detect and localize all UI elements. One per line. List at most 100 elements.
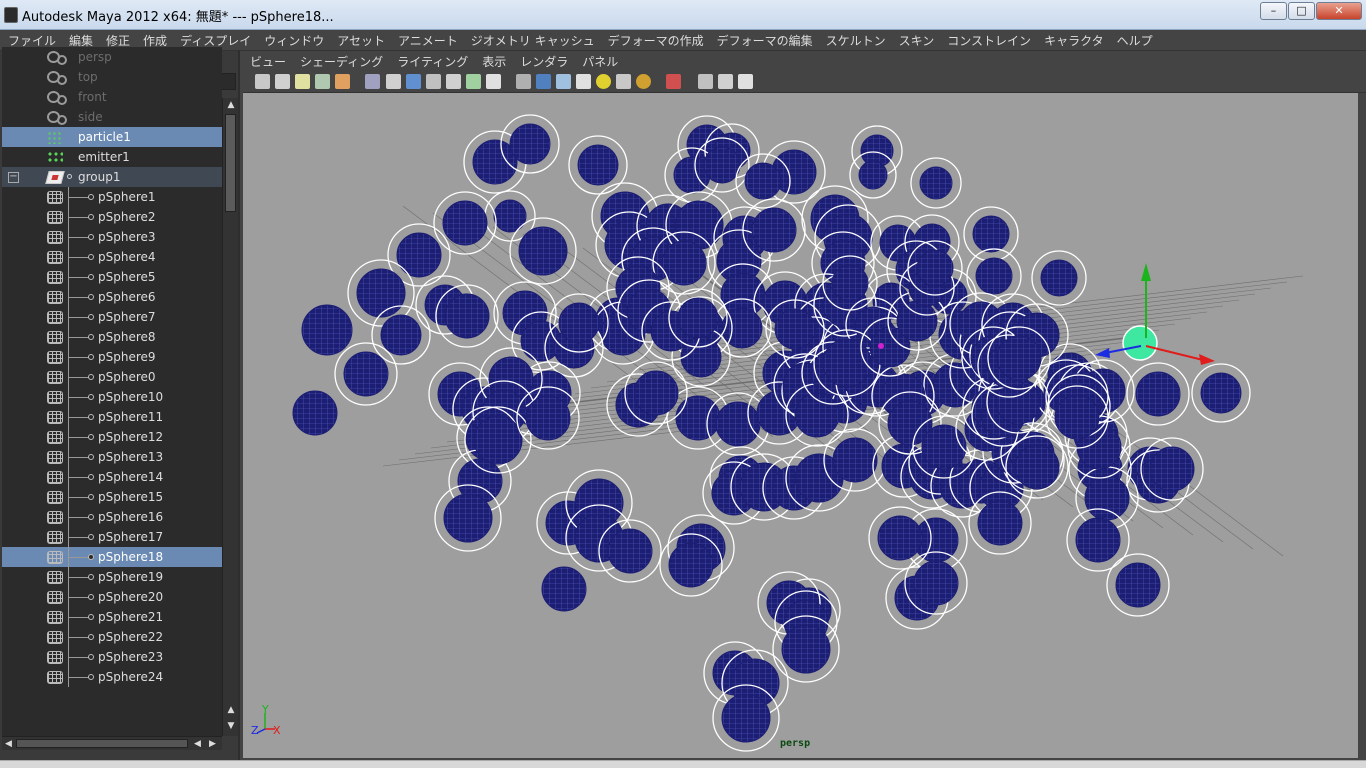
sphere-mesh[interactable] bbox=[996, 335, 1042, 381]
shadows-icon[interactable] bbox=[616, 74, 631, 89]
outliner-item-pSphere9[interactable]: pSphere9 bbox=[2, 347, 222, 367]
sphere-mesh[interactable] bbox=[607, 528, 653, 574]
main-menu-item-8[interactable]: ジオメトリ キャッシュ bbox=[471, 32, 595, 49]
minimize-button[interactable]: – bbox=[1260, 2, 1287, 20]
sphere-mesh[interactable] bbox=[292, 390, 338, 436]
outliner-item-pSphere18[interactable]: pSphere18 bbox=[2, 547, 222, 567]
sphere-mesh[interactable] bbox=[877, 515, 923, 561]
outliner-item-pSphere10[interactable]: pSphere10 bbox=[2, 387, 222, 407]
outliner-item-pSphere23[interactable]: pSphere23 bbox=[2, 647, 222, 667]
sphere-mesh[interactable] bbox=[442, 200, 488, 246]
sphere-mesh[interactable] bbox=[972, 215, 1010, 253]
sphere-mesh[interactable] bbox=[977, 500, 1023, 546]
film-gate-icon[interactable] bbox=[386, 74, 401, 89]
bookmark-icon[interactable] bbox=[295, 74, 310, 89]
outliner-item-pSphere12[interactable]: pSphere12 bbox=[2, 427, 222, 447]
sphere-mesh[interactable] bbox=[744, 162, 782, 200]
sphere-mesh[interactable] bbox=[541, 566, 587, 612]
wireframe-on-shaded-icon[interactable] bbox=[556, 74, 571, 89]
scroll-down-icon[interactable]: ▼ bbox=[225, 720, 237, 732]
sphere-mesh[interactable] bbox=[396, 232, 442, 278]
sphere-mesh[interactable] bbox=[919, 166, 953, 200]
outliner-item-pSphere14[interactable]: pSphere14 bbox=[2, 467, 222, 487]
outliner-item-pSphere4[interactable]: pSphere4 bbox=[2, 247, 222, 267]
selected-sphere[interactable] bbox=[1122, 325, 1158, 361]
outliner-item-pSphere1[interactable]: pSphere1 bbox=[2, 187, 222, 207]
main-menu-item-11[interactable]: スケルトン bbox=[826, 32, 886, 49]
outliner-item-pSphere3[interactable]: pSphere3 bbox=[2, 227, 222, 247]
outliner-item-pSphere8[interactable]: pSphere8 bbox=[2, 327, 222, 347]
maximize-button[interactable]: □ bbox=[1288, 2, 1315, 20]
outliner-item-pSphere0[interactable]: pSphere0 bbox=[2, 367, 222, 387]
hud-icon[interactable] bbox=[738, 74, 753, 89]
viewport-menu-item-4[interactable]: レンダラ bbox=[520, 53, 568, 70]
xray-icon[interactable] bbox=[636, 74, 651, 89]
sphere-mesh[interactable] bbox=[822, 338, 872, 388]
outliner-item-pSphere6[interactable]: pSphere6 bbox=[2, 287, 222, 307]
sphere-mesh[interactable] bbox=[356, 268, 406, 318]
scene-canvas[interactable]: YZ X bbox=[243, 93, 1358, 758]
viewport-menu-item-3[interactable]: 表示 bbox=[482, 53, 506, 70]
main-menu-item-3[interactable]: 作成 bbox=[143, 32, 167, 49]
outliner-item-pSphere2[interactable]: pSphere2 bbox=[2, 207, 222, 227]
sphere-mesh[interactable] bbox=[677, 297, 719, 339]
main-menu-item-10[interactable]: デフォーマの編集 bbox=[717, 32, 813, 49]
use-lights-icon[interactable] bbox=[596, 74, 611, 89]
sphere-mesh[interactable] bbox=[832, 437, 878, 483]
sphere-mesh[interactable] bbox=[721, 693, 771, 743]
outliner-item-pSphere21[interactable]: pSphere21 bbox=[2, 607, 222, 627]
sphere-mesh[interactable] bbox=[975, 257, 1013, 295]
outliner-item-front[interactable]: front bbox=[2, 87, 222, 107]
smooth-shade-icon[interactable] bbox=[536, 74, 551, 89]
field-chart-icon[interactable] bbox=[446, 74, 461, 89]
main-menu-item-14[interactable]: キャラクタ bbox=[1044, 32, 1104, 49]
sphere-mesh[interactable] bbox=[1014, 444, 1060, 490]
sphere-mesh[interactable] bbox=[781, 624, 831, 674]
main-menu-item-4[interactable]: ディスプレイ bbox=[180, 32, 251, 49]
sphere-mesh[interactable] bbox=[577, 144, 619, 186]
outliner-item-group1[interactable]: − group1 bbox=[2, 167, 222, 187]
sphere-mesh[interactable] bbox=[774, 308, 816, 350]
sphere-mesh[interactable] bbox=[301, 304, 353, 356]
outliner-item-particle1[interactable]: particle1 bbox=[2, 127, 222, 147]
outliner-item-pSphere16[interactable]: pSphere16 bbox=[2, 507, 222, 527]
collapse-icon[interactable]: − bbox=[8, 172, 19, 183]
sphere-mesh[interactable] bbox=[668, 542, 714, 588]
outliner-item-pSphere13[interactable]: pSphere13 bbox=[2, 447, 222, 467]
sphere-mesh[interactable] bbox=[343, 351, 389, 397]
viewport-menu-item-2[interactable]: ライティング bbox=[397, 53, 468, 70]
viewport-menu-item-1[interactable]: シェーディング bbox=[300, 53, 383, 70]
main-menu-item-13[interactable]: コンストレイン bbox=[947, 32, 1031, 49]
sphere-mesh[interactable] bbox=[1075, 517, 1121, 563]
scroll-left-icon[interactable]: ◀ bbox=[5, 737, 12, 751]
xray-components-icon[interactable] bbox=[718, 74, 733, 89]
sphere-mesh[interactable] bbox=[443, 493, 493, 543]
camera-attr-icon[interactable] bbox=[275, 74, 290, 89]
sphere-mesh[interactable] bbox=[1115, 562, 1161, 608]
sphere-mesh[interactable] bbox=[1149, 446, 1195, 492]
outliner-item-pSphere20[interactable]: pSphere20 bbox=[2, 587, 222, 607]
y-arrow-icon[interactable] bbox=[1141, 263, 1151, 281]
sphere-mesh[interactable] bbox=[1200, 372, 1242, 414]
outliner-item-pSphere17[interactable]: pSphere17 bbox=[2, 527, 222, 547]
sphere-mesh[interactable] bbox=[518, 226, 568, 276]
scroll-up-lower-icon[interactable]: ▲ bbox=[225, 704, 237, 716]
camera-select-icon[interactable] bbox=[255, 74, 270, 89]
sphere-mesh[interactable] bbox=[1084, 475, 1130, 521]
outliner-item-emitter1[interactable]: emitter1 bbox=[2, 147, 222, 167]
sphere-mesh[interactable] bbox=[1040, 259, 1078, 297]
scroll-thumb[interactable] bbox=[225, 114, 236, 212]
scroll-up-icon[interactable]: ▲ bbox=[225, 99, 237, 111]
wireframe-icon[interactable] bbox=[516, 74, 531, 89]
outliner-item-pSphere15[interactable]: pSphere15 bbox=[2, 487, 222, 507]
main-menu-item-1[interactable]: 編集 bbox=[69, 32, 93, 49]
sphere-mesh[interactable] bbox=[558, 302, 600, 344]
outliner-item-pSphere24[interactable]: pSphere24 bbox=[2, 667, 222, 687]
isolate-select-icon[interactable] bbox=[666, 74, 681, 89]
main-menu-item-12[interactable]: スキン bbox=[899, 32, 935, 49]
sphere-mesh[interactable] bbox=[1054, 394, 1100, 440]
image-plane-icon[interactable] bbox=[315, 74, 330, 89]
close-button[interactable]: ✕ bbox=[1316, 2, 1362, 20]
sphere-mesh[interactable] bbox=[633, 370, 679, 416]
main-menu-item-9[interactable]: デフォーマの作成 bbox=[608, 32, 704, 49]
